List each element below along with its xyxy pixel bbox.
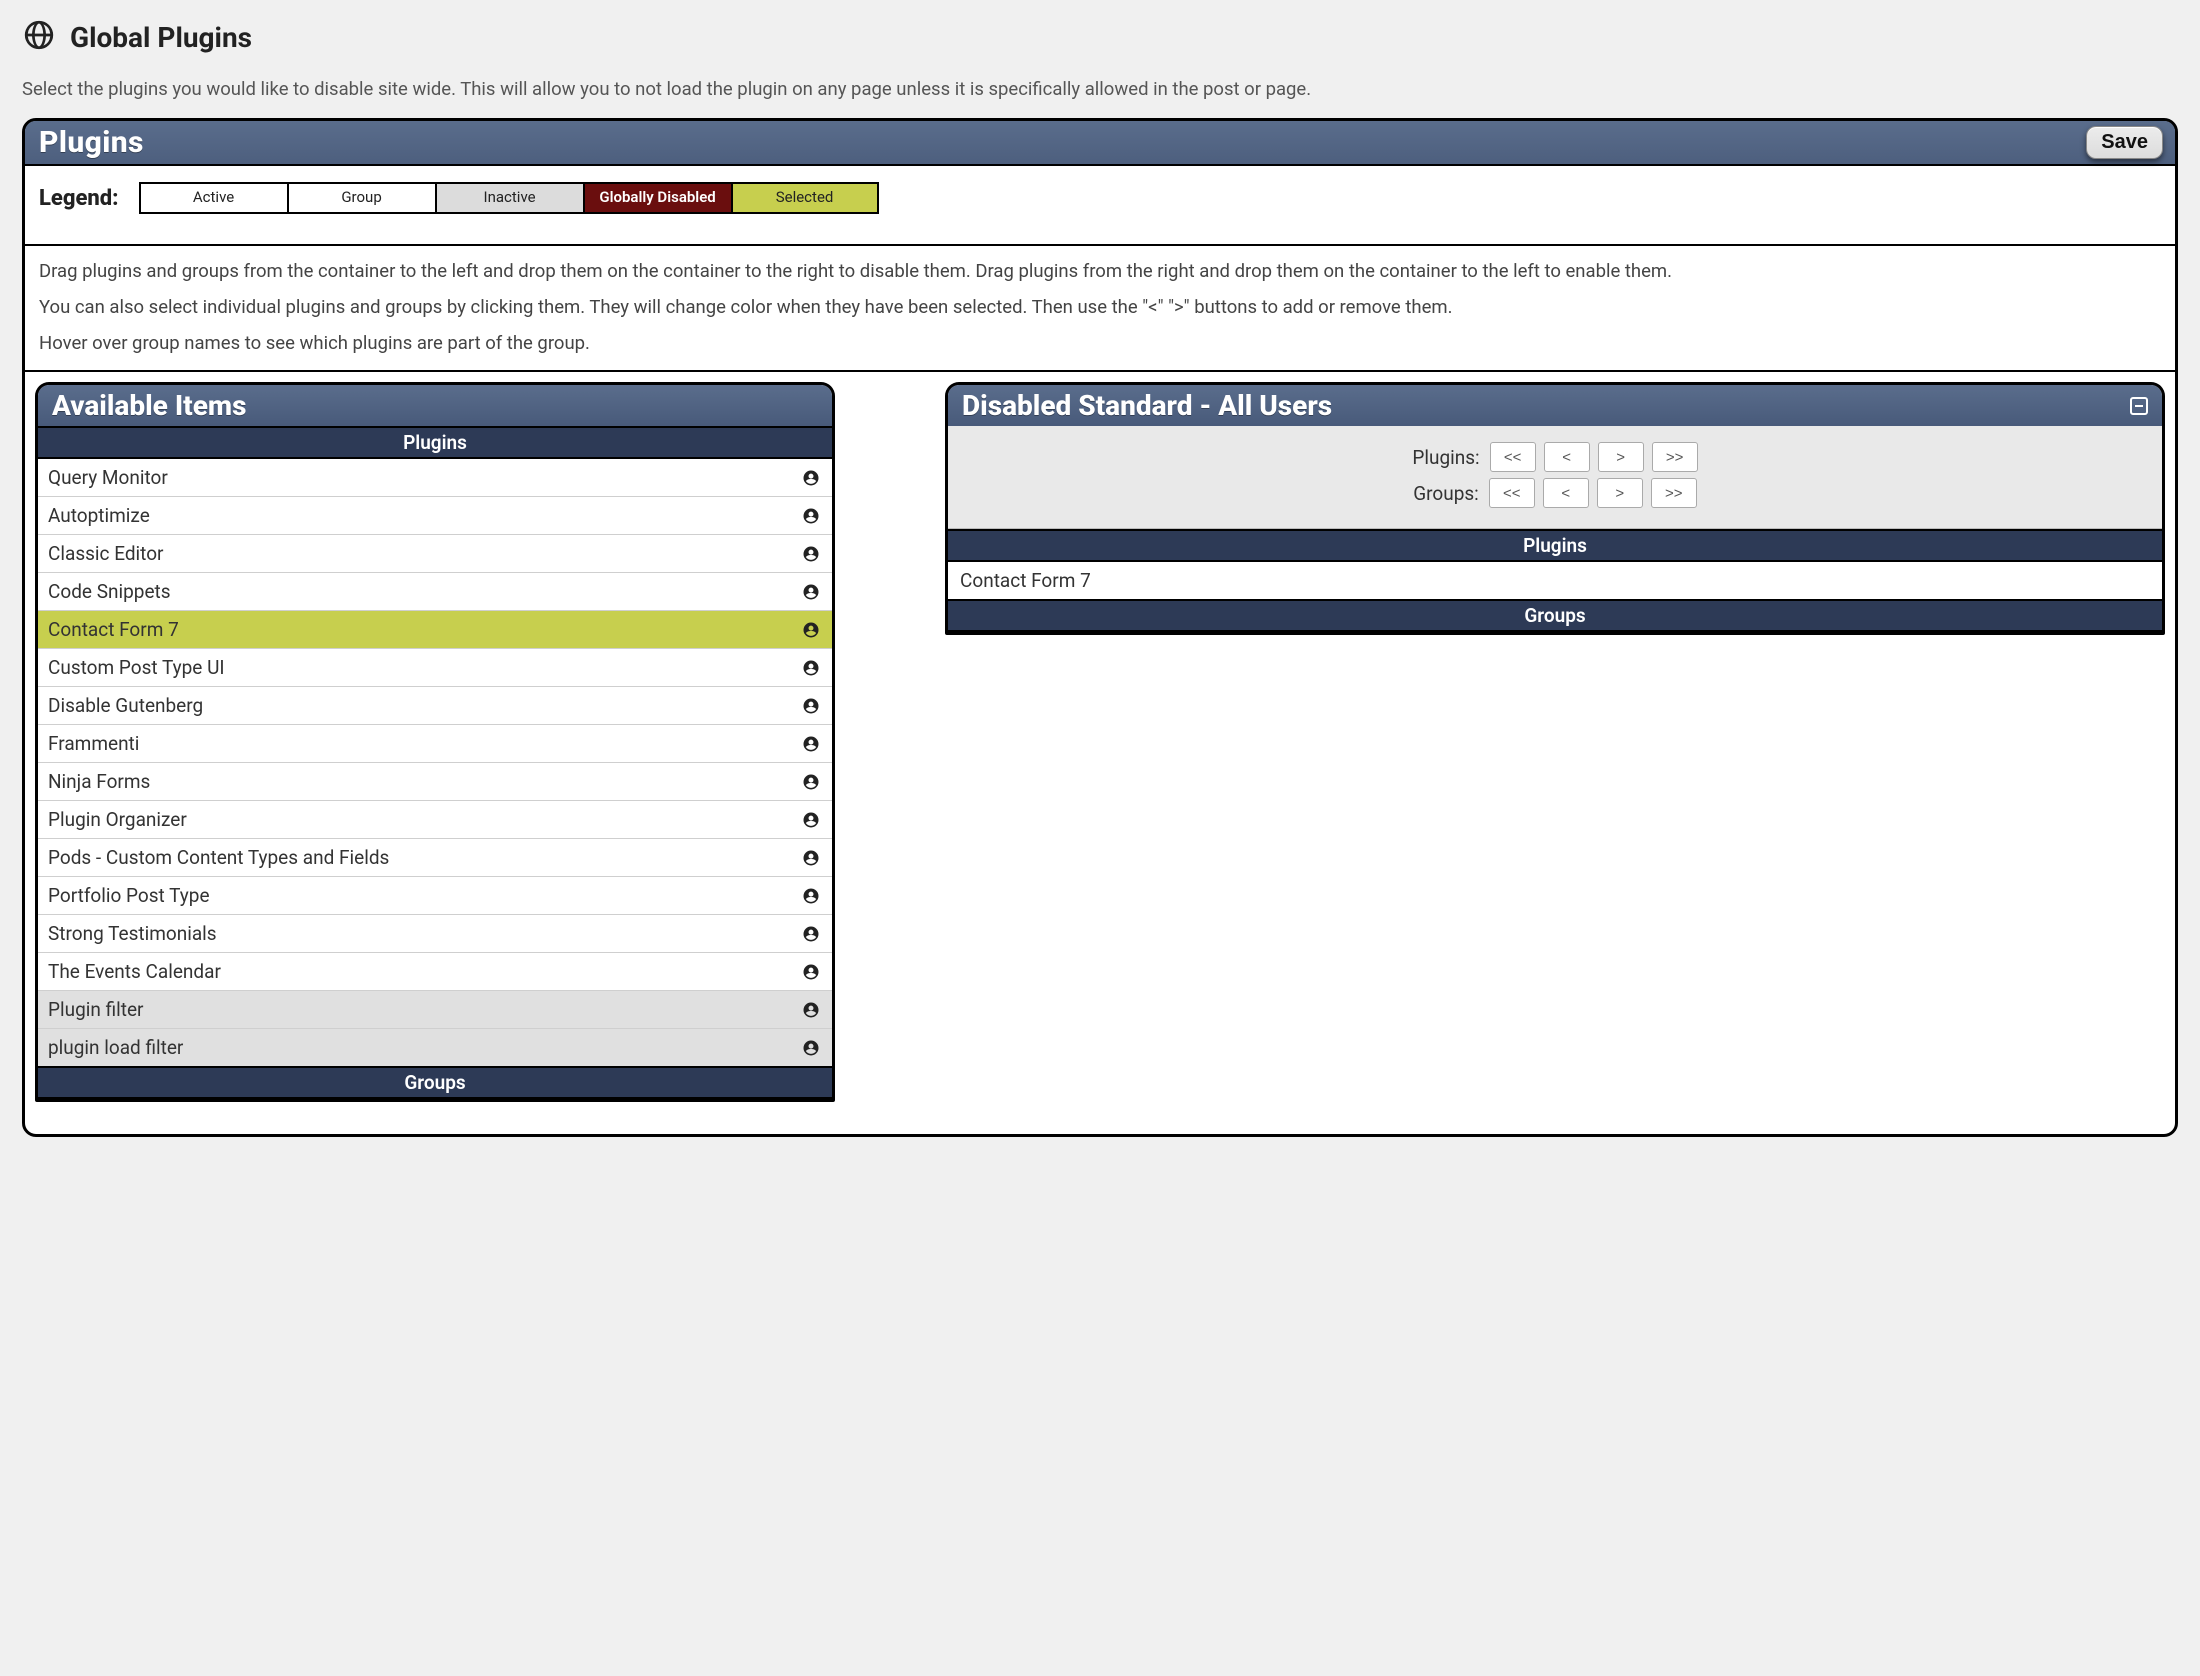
user-icon — [802, 811, 820, 829]
list-item[interactable]: Contact Form 7 — [38, 611, 832, 649]
plugin-name: Autoptimize — [48, 504, 150, 527]
page-header: Global Plugins — [22, 18, 2178, 56]
list-item[interactable]: Strong Testimonials — [38, 915, 832, 953]
plugin-name: The Events Calendar — [48, 960, 221, 983]
save-button[interactable]: Save — [2086, 126, 2163, 159]
plugins-panel: Plugins Save Legend: Active Group Inacti… — [22, 118, 2178, 1137]
plugin-name: plugin load filter — [48, 1036, 183, 1059]
disabled-items-header: Disabled Standard - All Users — [948, 385, 2162, 426]
globe-icon — [22, 18, 56, 56]
panel-topbar: Plugins Save — [25, 121, 2175, 166]
user-icon — [802, 963, 820, 981]
user-icon — [802, 925, 820, 943]
user-icon — [802, 697, 820, 715]
plugins-move-right[interactable]: > — [1598, 442, 1644, 472]
groups-move-right[interactable]: > — [1597, 478, 1643, 508]
plugin-name: Contact Form 7 — [48, 618, 179, 641]
instructions-p2: You can also select individual plugins a… — [39, 296, 2161, 318]
list-item[interactable]: Ninja Forms — [38, 763, 832, 801]
groups-move-all-left[interactable]: << — [1489, 478, 1535, 508]
plugin-name: Classic Editor — [48, 542, 163, 565]
plugin-name: Portfolio Post Type — [48, 884, 210, 907]
disabled-items-title: Disabled Standard - All Users — [962, 389, 1332, 422]
user-icon — [802, 735, 820, 753]
legend-boxes: Active Group Inactive Globally Disabled … — [139, 182, 879, 214]
available-items-panel: Available Items Plugins Query Monitor Aut… — [35, 382, 835, 1102]
columns: Available Items Plugins Query Monitor Aut… — [25, 372, 2175, 1134]
controls-groups-label: Groups: — [1413, 482, 1479, 505]
plugin-name: Query Monitor — [48, 466, 168, 489]
user-icon — [802, 773, 820, 791]
list-item[interactable]: Plugin filter — [38, 991, 832, 1029]
user-icon — [802, 849, 820, 867]
list-item[interactable]: Contact Form 7 — [948, 562, 2162, 599]
instructions-p1: Drag plugins and groups from the contain… — [39, 260, 2161, 282]
user-icon — [802, 507, 820, 525]
intro-text: Select the plugins you would like to dis… — [22, 78, 2178, 100]
plugin-name: Frammenti — [48, 732, 139, 755]
user-icon — [802, 621, 820, 639]
panel-title: Plugins — [39, 125, 144, 160]
legend-disabled: Globally Disabled — [583, 182, 731, 214]
user-icon — [802, 469, 820, 487]
list-item[interactable]: Query Monitor — [38, 459, 832, 497]
list-item[interactable]: Custom Post Type UI — [38, 649, 832, 687]
user-icon — [802, 545, 820, 563]
legend-active: Active — [139, 182, 287, 214]
list-item[interactable]: Frammenti — [38, 725, 832, 763]
transfer-controls: Plugins: << < > >> Groups: << < > >> — [948, 426, 2162, 529]
instructions: Drag plugins and groups from the contain… — [25, 246, 2175, 372]
user-icon — [802, 887, 820, 905]
plugins-move-all-right[interactable]: >> — [1652, 442, 1698, 472]
list-item[interactable]: Plugin Organizer — [38, 801, 832, 839]
disabled-items-panel: Disabled Standard - All Users Plugins: <… — [945, 382, 2165, 635]
legend-inactive: Inactive — [435, 182, 583, 214]
legend-row: Legend: Active Group Inactive Globally D… — [25, 166, 2175, 246]
plugin-name: Plugin Organizer — [48, 808, 187, 831]
plugin-name: Strong Testimonials — [48, 922, 217, 945]
disabled-groups-label: Groups — [948, 599, 2162, 632]
list-item[interactable]: Pods - Custom Content Types and Fields — [38, 839, 832, 877]
list-item[interactable]: Disable Gutenberg — [38, 687, 832, 725]
groups-move-left[interactable]: < — [1543, 478, 1589, 508]
plugin-name: Pods - Custom Content Types and Fields — [48, 846, 389, 869]
plugin-name: Plugin filter — [48, 998, 143, 1021]
controls-plugins-label: Plugins: — [1412, 446, 1479, 469]
list-item[interactable]: plugin load filter — [38, 1029, 832, 1066]
collapse-icon[interactable] — [2130, 397, 2148, 415]
list-item[interactable]: Portfolio Post Type — [38, 877, 832, 915]
plugins-move-all-left[interactable]: << — [1490, 442, 1536, 472]
legend-selected: Selected — [731, 182, 879, 214]
available-items-header: Available Items — [38, 385, 832, 426]
list-item[interactable]: Classic Editor — [38, 535, 832, 573]
available-groups-label: Groups — [38, 1066, 832, 1099]
plugin-name: Code Snippets — [48, 580, 171, 603]
user-icon — [802, 1039, 820, 1057]
legend-label: Legend: — [39, 186, 119, 211]
list-item[interactable]: Code Snippets — [38, 573, 832, 611]
user-icon — [802, 659, 820, 677]
disabled-plugins-label: Plugins — [948, 529, 2162, 562]
instructions-p3: Hover over group names to see which plug… — [39, 332, 2161, 354]
plugins-move-left[interactable]: < — [1544, 442, 1590, 472]
user-icon — [802, 583, 820, 601]
available-plugins-list[interactable]: Query Monitor Autoptimize Classic Editor Co… — [38, 459, 832, 1066]
available-plugins-label: Plugins — [38, 426, 832, 459]
list-item[interactable]: The Events Calendar — [38, 953, 832, 991]
page-title: Global Plugins — [70, 21, 252, 54]
available-items-title: Available Items — [52, 389, 246, 422]
plugin-name: Custom Post Type UI — [48, 656, 225, 679]
plugin-name: Disable Gutenberg — [48, 694, 203, 717]
plugin-name: Ninja Forms — [48, 770, 150, 793]
groups-move-all-right[interactable]: >> — [1651, 478, 1697, 508]
disabled-plugins-list[interactable]: Contact Form 7 — [948, 562, 2162, 599]
legend-group: Group — [287, 182, 435, 214]
list-item[interactable]: Autoptimize — [38, 497, 832, 535]
user-icon — [802, 1001, 820, 1019]
